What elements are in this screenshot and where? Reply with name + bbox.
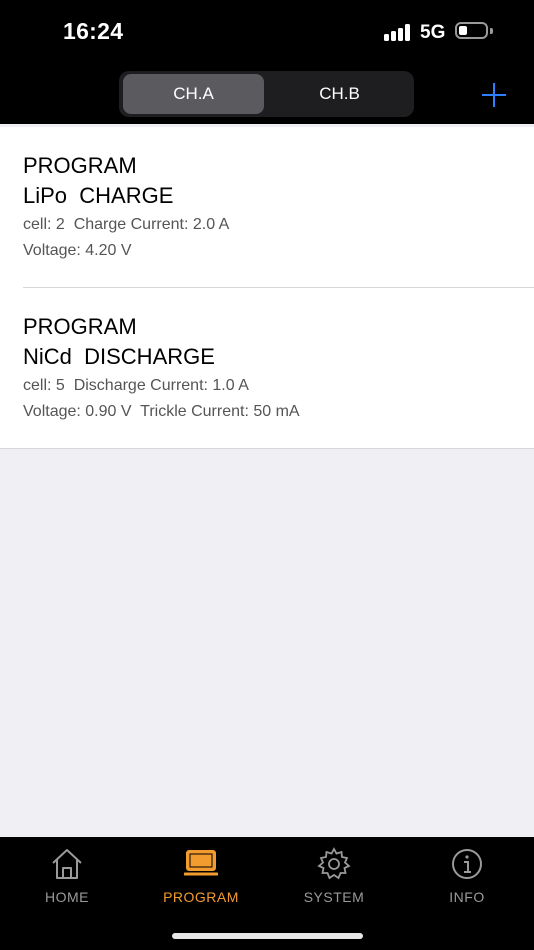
battery-tip (490, 28, 493, 34)
program-item[interactable]: PROGRAM NiCd DISCHARGE cell: 5 Discharge… (23, 287, 534, 448)
tab-system[interactable]: SYSTEM (267, 847, 401, 907)
battery-icon (455, 22, 488, 39)
tab-label: HOME (45, 889, 89, 905)
laptop-icon (184, 850, 218, 876)
program-detail: cell: 5 Discharge Current: 1.0 A (23, 377, 249, 394)
program-detail: cell: 2 Charge Current: 2.0 A (23, 216, 230, 233)
tab-label: SYSTEM (303, 889, 365, 905)
program-list: PROGRAM LiPo CHARGE cell: 2 Charge Curre… (0, 127, 534, 449)
tab-info[interactable]: INFO (400, 847, 534, 907)
signal-icon (384, 24, 412, 41)
network-type: 5G (420, 22, 446, 43)
segment-ch-a[interactable]: CH.A (123, 74, 264, 114)
program-label: PROGRAM (23, 153, 137, 178)
segment-ch-b[interactable]: CH.B (269, 74, 410, 114)
plus-icon[interactable] (478, 79, 510, 111)
home-icon (52, 849, 82, 879)
program-item[interactable]: PROGRAM LiPo CHARGE cell: 2 Charge Curre… (0, 127, 534, 287)
info-icon (452, 849, 482, 879)
program-label: PROGRAM (23, 314, 137, 339)
status-time: 16:24 (63, 18, 124, 44)
tab-label: INFO (449, 889, 485, 905)
program-title: LiPo CHARGE (23, 183, 174, 208)
program-detail: Voltage: 0.90 V Trickle Current: 50 mA (23, 403, 300, 420)
gear-icon (317, 847, 351, 880)
program-title: NiCd DISCHARGE (23, 344, 215, 369)
header: 16:24 5G CH.A CH.B (0, 0, 534, 124)
tab-home[interactable]: HOME (0, 847, 134, 907)
tab-label: PROGRAM (163, 889, 239, 905)
program-detail: Voltage: 4.20 V (23, 242, 132, 259)
home-indicator (172, 933, 363, 939)
channel-segmented-control: CH.A CH.B (119, 71, 414, 117)
tab-program[interactable]: PROGRAM (134, 847, 268, 907)
status-bar: 16:24 5G (0, 0, 534, 62)
